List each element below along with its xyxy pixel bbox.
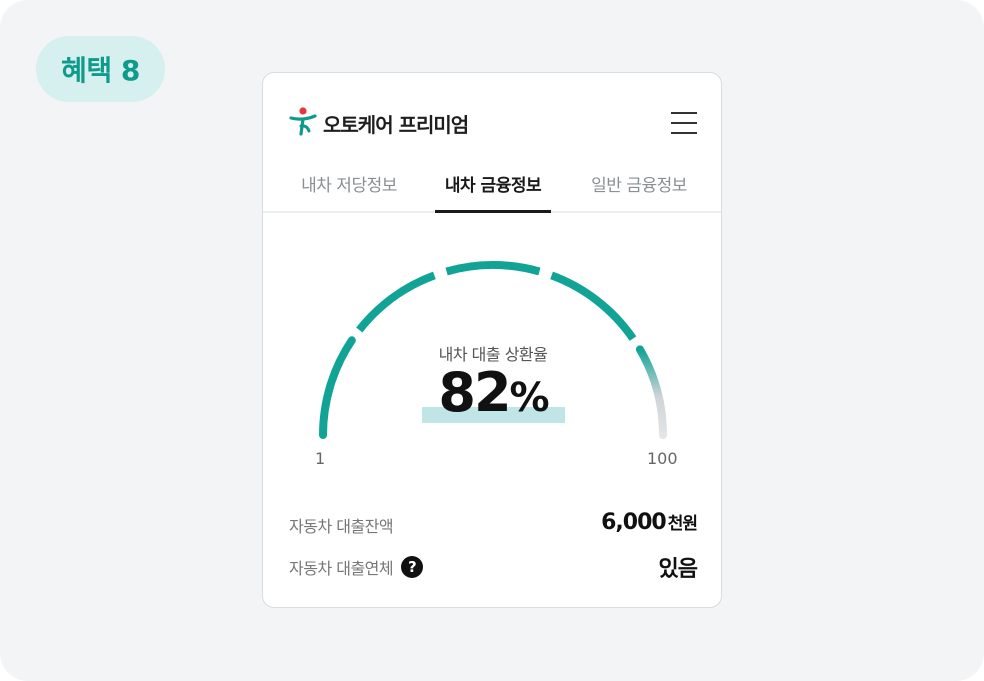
loan-balance-unit: 천원 (667, 514, 698, 534)
loan-balance-label: 자동차 대출잔액 (289, 517, 394, 536)
gauge-value: 82 (438, 361, 511, 424)
loan-overdue-row: 자동차 대출연체 ? 있음 (289, 551, 698, 582)
loan-balance-value: 6,000 천원 (601, 509, 698, 535)
tab-bar: 내차 저당정보 내차 금융정보 일반 금융정보 (263, 173, 721, 213)
app-header: 오토케어 프리미엄 (263, 73, 721, 173)
phone-card: 오토케어 프리미엄 내차 저당정보 내차 금융정보 일반 금융정보 내차 대출 … (262, 72, 722, 608)
loan-balance-amount: 6,000 (601, 510, 667, 535)
loan-overdue-label: 자동차 대출연체 (289, 559, 394, 578)
tab-car-finance-info[interactable]: 내차 금융정보 (435, 173, 551, 213)
benefit-badge-label: 혜택 8 (61, 54, 140, 87)
benefit-panel: 혜택 8 오토케어 프리미엄 내차 저당정보 내차 금융정보 일반 금융정보 내… (0, 0, 984, 681)
gauge-value-wrap: 82% (263, 361, 721, 430)
tab-general-finance-info[interactable]: 일반 금융정보 (581, 173, 697, 211)
loan-balance-row: 자동차 대출잔액 6,000 천원 (289, 509, 698, 539)
logo-icon (289, 107, 317, 136)
hamburger-menu-icon[interactable] (671, 111, 697, 135)
repayment-gauge: 내차 대출 상환율 82% 1 100 (263, 213, 721, 483)
benefit-badge: 혜택 8 (36, 36, 165, 102)
gauge-filled-segment (356, 271, 436, 333)
app-title: 오토케어 프리미엄 (323, 113, 469, 137)
loan-overdue-label-wrap: 자동차 대출연체 ? (289, 555, 424, 579)
gauge-max-label: 100 (647, 449, 678, 468)
gauge-filled-segment (445, 261, 541, 276)
loan-overdue-value: 있음 (658, 557, 698, 582)
question-icon[interactable]: ? (401, 556, 424, 578)
gauge-filled-segment (550, 271, 637, 341)
tab-car-mortgage-info[interactable]: 내차 저당정보 (293, 173, 405, 211)
gauge-unit: % (509, 375, 550, 421)
gauge-min-label: 1 (315, 449, 326, 468)
